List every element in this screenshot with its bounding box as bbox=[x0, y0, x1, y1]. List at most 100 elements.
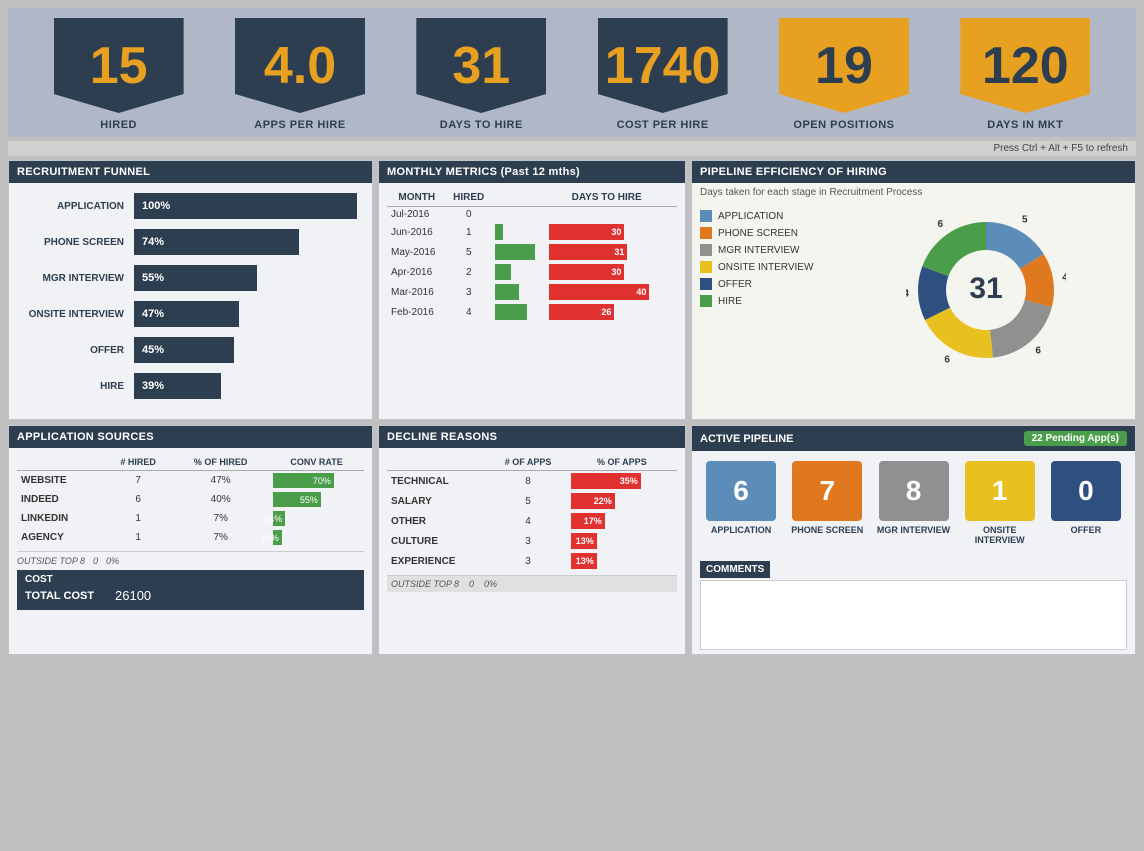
monthly-days-num bbox=[668, 262, 677, 282]
source-row: WEBSITE747%70% bbox=[17, 471, 364, 491]
monthly-hired-bar bbox=[491, 302, 545, 322]
decline-col-header: # OF APPS bbox=[489, 454, 566, 471]
legend-label: APPLICATION bbox=[718, 211, 783, 222]
kpi-item-days-in-mkt: 120DAYS IN MKT bbox=[960, 18, 1090, 137]
monthly-panel: MONTHLY METRICS (Past 12 mths) MONTHHIRE… bbox=[378, 160, 686, 420]
funnel-bar-container: 47% bbox=[134, 301, 357, 327]
kpi-value: 15 bbox=[90, 36, 148, 96]
source-conv: 55% bbox=[269, 490, 364, 509]
funnel-row-label: PHONE SCREEN bbox=[24, 237, 134, 248]
donut-center-value: 31 bbox=[969, 272, 1002, 305]
donut-label: 6 bbox=[944, 355, 950, 366]
stage-count: 6 bbox=[706, 461, 776, 521]
funnel-bar-container: 100% bbox=[134, 193, 357, 219]
source-pct: 7% bbox=[172, 509, 269, 528]
monthly-month: Feb-2016 bbox=[387, 302, 447, 322]
comments-section: COMMENTS bbox=[692, 555, 1135, 654]
comments-body bbox=[700, 580, 1127, 650]
kpi-badge: 15 bbox=[54, 18, 184, 113]
stage-box: 1ONSITE INTERVIEW bbox=[959, 461, 1041, 545]
decline-col-header: % OF APPS bbox=[567, 454, 677, 471]
donut-container: 54664631 bbox=[845, 210, 1127, 370]
monthly-days-bar bbox=[545, 207, 668, 223]
stage-count: 8 bbox=[879, 461, 949, 521]
funnel-row-label: HIRE bbox=[24, 381, 134, 392]
decline-row: OTHER417% bbox=[387, 511, 677, 531]
monthly-days-bar: 31 bbox=[545, 242, 668, 262]
source-pct: 7% bbox=[172, 528, 269, 547]
kpi-badge: 4.0 bbox=[235, 18, 365, 113]
decline-reason: OTHER bbox=[387, 511, 489, 531]
monthly-month: Jun-2016 bbox=[387, 222, 447, 242]
decline-apps: 3 bbox=[489, 531, 566, 551]
monthly-hired-num: 3 bbox=[447, 282, 491, 302]
monthly-hired-num: 5 bbox=[447, 242, 491, 262]
source-name: WEBSITE bbox=[17, 471, 104, 491]
kpi-label: APPS PER HIRE bbox=[254, 119, 345, 137]
funnel-bar: 55% bbox=[134, 265, 257, 291]
kpi-banner: 15HIRED4.0APPS PER HIRE31DAYS TO HIRE174… bbox=[8, 8, 1136, 137]
funnel-bar: 39% bbox=[134, 373, 221, 399]
legend-label: ONSITE INTERVIEW bbox=[718, 262, 813, 273]
monthly-month: Jul-2016 bbox=[387, 207, 447, 223]
pipeline-title: PIPELINE EFFICIENCY OF HIRING bbox=[692, 161, 1135, 183]
funnel-row: PHONE SCREEN 74% bbox=[24, 229, 357, 255]
funnel-row: HIRE 39% bbox=[24, 373, 357, 399]
legend-label: PHONE SCREEN bbox=[718, 228, 798, 239]
source-pct: 40% bbox=[172, 490, 269, 509]
stage-count: 1 bbox=[965, 461, 1035, 521]
monthly-hired-bar bbox=[491, 242, 545, 262]
source-hired: 1 bbox=[104, 528, 172, 547]
monthly-hired-bar bbox=[491, 282, 545, 302]
cost-value: 26100 bbox=[115, 588, 151, 603]
stage-box: 6 APPLICATION bbox=[700, 461, 782, 545]
decline-apps: 5 bbox=[489, 491, 566, 511]
funnel-row: OFFER45% bbox=[24, 337, 357, 363]
funnel-bar-text: 39% bbox=[142, 380, 164, 392]
funnel-bar-text: 74% bbox=[142, 236, 164, 248]
kpi-badge: 1740 bbox=[598, 18, 728, 113]
decline-reason: SALARY bbox=[387, 491, 489, 511]
kpi-value: 4.0 bbox=[264, 36, 336, 96]
legend-item: OFFER bbox=[700, 278, 845, 290]
kpi-value: 31 bbox=[452, 36, 510, 96]
funnel-row: APPLICATION100% bbox=[24, 193, 357, 219]
decline-apps: 8 bbox=[489, 471, 566, 492]
monthly-days-bar: 40 bbox=[545, 282, 668, 302]
legend-item: PHONE SCREEN bbox=[700, 227, 845, 239]
decline-body: # OF APPS% OF APPSTECHNICAL835%SALARY522… bbox=[379, 448, 685, 598]
decline-row: SALARY522% bbox=[387, 491, 677, 511]
monthly-month: May-2016 bbox=[387, 242, 447, 262]
stage-count: 0 bbox=[1051, 461, 1121, 521]
monthly-days-bar: 26 bbox=[545, 302, 668, 322]
donut-label: 6 bbox=[938, 219, 944, 230]
funnel-row-label: ONSITE INTERVIEW bbox=[24, 309, 134, 320]
funnel-row: ONSITE INTERVIEW47% bbox=[24, 301, 357, 327]
kpi-item-apps-per-hire: 4.0 APPS PER HIRE bbox=[235, 18, 365, 137]
funnel-row-label: MGR INTERVIEW bbox=[24, 273, 134, 284]
funnel-bar: 74% bbox=[134, 229, 299, 255]
legend-dot bbox=[700, 210, 712, 222]
sources-body: # HIRED% OF HIREDCONV RATEWEBSITE747%70%… bbox=[9, 448, 372, 616]
decline-col-header bbox=[387, 454, 489, 471]
monthly-days-num bbox=[668, 242, 677, 262]
funnel-bar-container: 55% bbox=[134, 265, 357, 291]
monthly-hired-bar bbox=[491, 207, 545, 223]
main-grid: RECRUITMENT FUNNEL APPLICATION100%PHONE … bbox=[8, 160, 1136, 655]
active-header: ACTIVE PIPELINE 22 Pending App(s) bbox=[692, 426, 1135, 451]
legend-dot bbox=[700, 261, 712, 273]
decline-row: CULTURE313% bbox=[387, 531, 677, 551]
decline-pct: 17% bbox=[567, 511, 677, 531]
monthly-body: MONTHHIREDDAYS TO HIREJul-20160Jun-20161… bbox=[379, 183, 685, 328]
decline-apps: 4 bbox=[489, 511, 566, 531]
legend-dot bbox=[700, 278, 712, 290]
monthly-hired-num: 0 bbox=[447, 207, 491, 223]
sources-table: # HIRED% OF HIREDCONV RATEWEBSITE747%70%… bbox=[17, 454, 364, 547]
decline-pct: 13% bbox=[567, 531, 677, 551]
monthly-hired-bar bbox=[491, 262, 545, 282]
pipeline-panel: PIPELINE EFFICIENCY OF HIRING Days taken… bbox=[691, 160, 1136, 420]
source-conv: 14% bbox=[269, 509, 364, 528]
pipeline-subtitle: Days taken for each stage in Recruitment… bbox=[692, 183, 1135, 202]
stage-label: APPLICATION bbox=[711, 525, 771, 535]
decline-pct: 22% bbox=[567, 491, 677, 511]
